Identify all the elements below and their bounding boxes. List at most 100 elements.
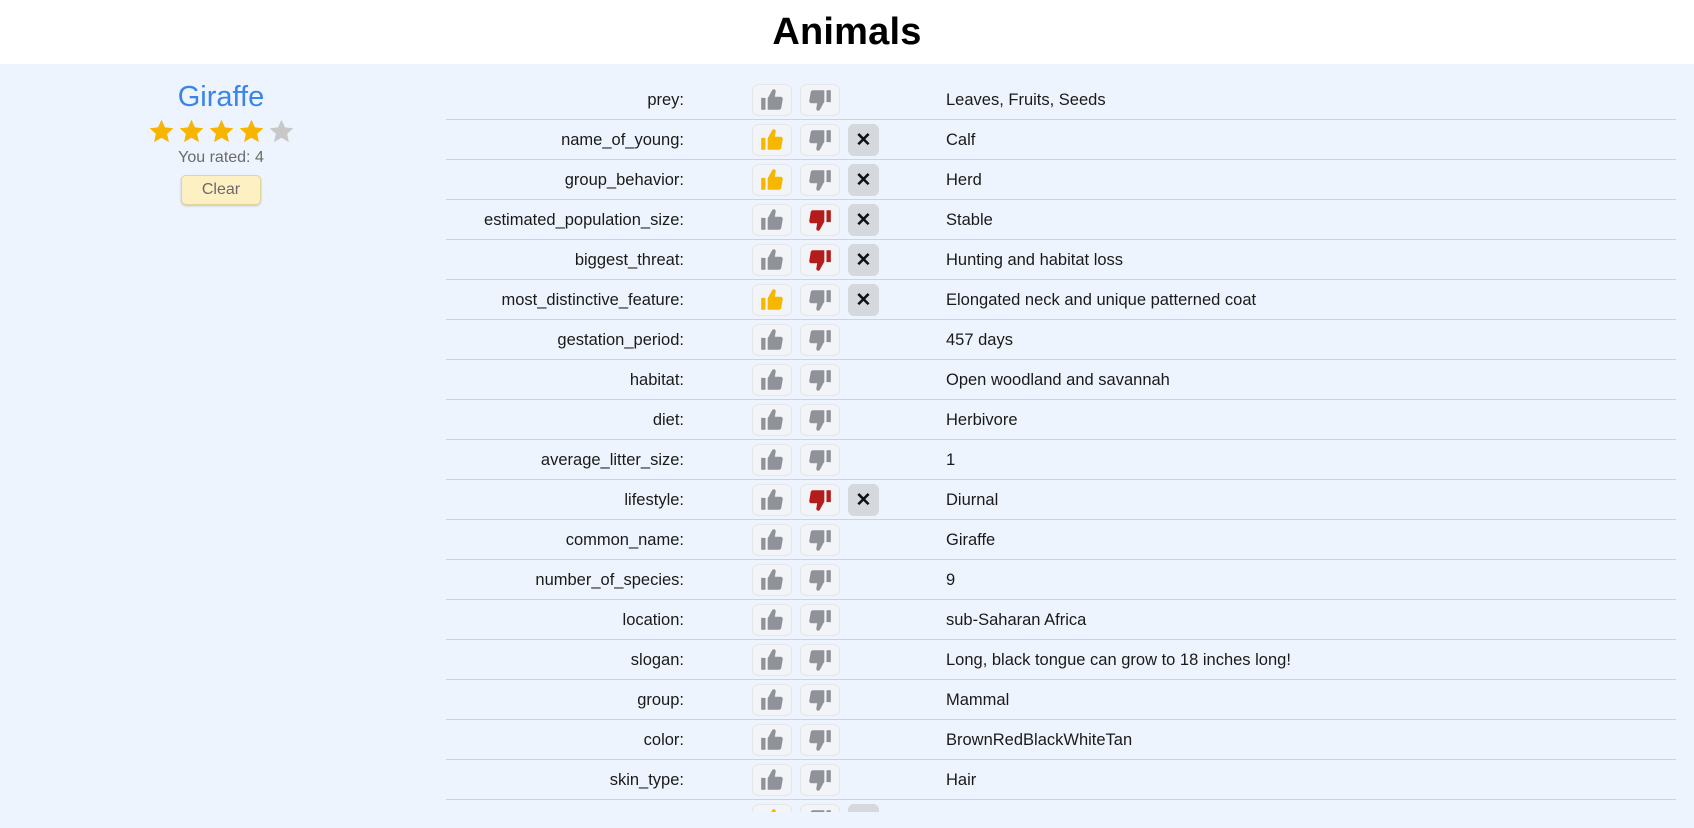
clear-vote-button[interactable]: ✕ — [848, 484, 879, 516]
clear-vote-button[interactable]: ✕ — [848, 124, 879, 156]
thumbs-up-icon — [761, 529, 783, 550]
attribute-label: slogan: — [630, 651, 684, 669]
attribute-label: number_of_species: — [535, 571, 684, 589]
thumbs-up-button[interactable] — [752, 204, 792, 236]
attribute-value: BrownRedBlackWhiteTan — [946, 731, 1133, 749]
attribute-label: common_name: — [565, 531, 684, 549]
clear-vote-button[interactable]: ✕ — [848, 804, 879, 812]
attribute-value: Mammal — [946, 691, 1010, 709]
table-row: average_litter_size: 1 — [446, 440, 1676, 480]
thumbs-up-icon — [761, 729, 783, 750]
thumbs-up-button[interactable] — [752, 164, 792, 196]
thumbs-up-icon — [761, 289, 783, 310]
attribute-label: biggest_threat: — [574, 251, 684, 269]
star-icon[interactable] — [148, 118, 175, 145]
thumbs-down-button[interactable] — [800, 604, 840, 636]
star-icon[interactable] — [178, 118, 205, 145]
thumbs-down-button[interactable] — [800, 364, 840, 396]
thumbs-up-button[interactable] — [752, 524, 792, 556]
thumbs-up-button[interactable] — [752, 84, 792, 116]
close-icon: ✕ — [855, 129, 872, 151]
thumbs-down-button[interactable] — [800, 84, 840, 116]
close-icon: ✕ — [855, 249, 872, 271]
thumbs-up-icon — [771, 809, 776, 812]
thumbs-up-icon — [761, 649, 783, 670]
thumbs-up-button[interactable] — [752, 444, 792, 476]
thumbs-up-button[interactable] — [752, 604, 792, 636]
attribute-value: Hunting and habitat loss — [946, 251, 1124, 269]
thumbs-up-button[interactable] — [752, 284, 792, 316]
attribute-value: Hair — [946, 771, 977, 789]
thumbs-up-button[interactable] — [752, 724, 792, 756]
thumbs-down-button[interactable] — [800, 124, 840, 156]
thumbs-down-icon — [809, 130, 831, 151]
clear-vote-button[interactable]: ✕ — [848, 244, 879, 276]
clear-vote-button[interactable]: ✕ — [848, 284, 879, 316]
thumbs-up-icon — [761, 689, 783, 710]
clear-rating-button[interactable]: Clear — [181, 175, 261, 205]
thumbs-up-button[interactable] — [752, 564, 792, 596]
table-row: number_of_species: 9 — [446, 560, 1676, 600]
thumbs-up-button[interactable] — [752, 404, 792, 436]
thumbs-down-button[interactable] — [800, 804, 840, 812]
thumbs-down-icon — [809, 530, 831, 551]
attribute-label: gestation_period: — [557, 331, 684, 349]
table-row: estimated_population_size: ✕ Stable — [446, 200, 1676, 240]
star-icon[interactable] — [208, 118, 235, 145]
attribute-value: Stable — [946, 211, 993, 229]
thumbs-down-button[interactable] — [800, 404, 840, 436]
thumbs-down-button[interactable] — [800, 204, 840, 236]
thumbs-up-button[interactable] — [752, 684, 792, 716]
thumbs-down-button[interactable] — [800, 164, 840, 196]
thumbs-up-icon — [761, 89, 783, 110]
thumbs-up-button[interactable] — [752, 764, 792, 796]
thumbs-up-icon — [761, 769, 783, 790]
attribute-value: Long, black tongue can grow to 18 inches… — [946, 651, 1291, 669]
thumbs-up-button[interactable] — [752, 644, 792, 676]
thumbs-down-button[interactable] — [800, 444, 840, 476]
thumbs-up-button[interactable] — [752, 364, 792, 396]
attribute-value: sub-Saharan Africa — [946, 611, 1087, 629]
main-content: Giraffe You rated: 4 Clear prey: Leaves, … — [0, 64, 1694, 828]
thumbs-down-button[interactable] — [800, 524, 840, 556]
attribute-value: Elongated neck and unique patterned coat — [946, 291, 1257, 309]
thumbs-up-icon — [761, 409, 783, 430]
thumbs-up-button[interactable] — [752, 244, 792, 276]
thumbs-up-button[interactable] — [752, 124, 792, 156]
thumbs-down-button[interactable] — [800, 764, 840, 796]
thumbs-up-button[interactable] — [752, 804, 792, 812]
page-header: Animals — [0, 0, 1694, 64]
thumbs-down-button[interactable] — [800, 324, 840, 356]
thumbs-down-icon — [809, 330, 831, 351]
thumbs-up-button[interactable] — [752, 324, 792, 356]
animal-name[interactable]: Giraffe — [178, 80, 265, 114]
attribute-label: lifestyle: — [624, 491, 684, 509]
thumbs-down-icon — [809, 290, 831, 311]
thumbs-up-icon — [761, 129, 783, 150]
star-icon[interactable] — [268, 118, 295, 145]
close-icon: ✕ — [855, 209, 872, 231]
attribute-label: group: — [637, 691, 684, 709]
thumbs-up-icon — [761, 329, 783, 350]
thumbs-down-button[interactable] — [800, 564, 840, 596]
attribute-value: 1 — [946, 451, 956, 469]
thumbs-down-button[interactable] — [800, 644, 840, 676]
thumbs-down-button[interactable] — [800, 244, 840, 276]
page-title: Animals — [772, 10, 922, 53]
thumbs-down-button[interactable] — [800, 724, 840, 756]
clear-vote-button[interactable]: ✕ — [848, 164, 879, 196]
thumbs-up-button[interactable] — [752, 484, 792, 516]
thumbs-down-button[interactable] — [800, 484, 840, 516]
thumbs-down-icon — [809, 170, 831, 191]
attribute-label: diet: — [652, 411, 684, 429]
clear-vote-button[interactable]: ✕ — [848, 204, 879, 236]
thumbs-up-icon — [761, 209, 783, 230]
table-row: skin_type: Hair — [446, 760, 1676, 800]
attribute-value: Giraffe — [946, 531, 996, 549]
star-icon[interactable] — [238, 118, 265, 145]
thumbs-down-button[interactable] — [800, 684, 840, 716]
thumbs-down-button[interactable] — [800, 284, 840, 316]
thumbs-down-icon — [809, 690, 831, 711]
thumbs-up-icon — [761, 449, 783, 470]
attribute-label: estimated_population_size: — [484, 211, 684, 229]
